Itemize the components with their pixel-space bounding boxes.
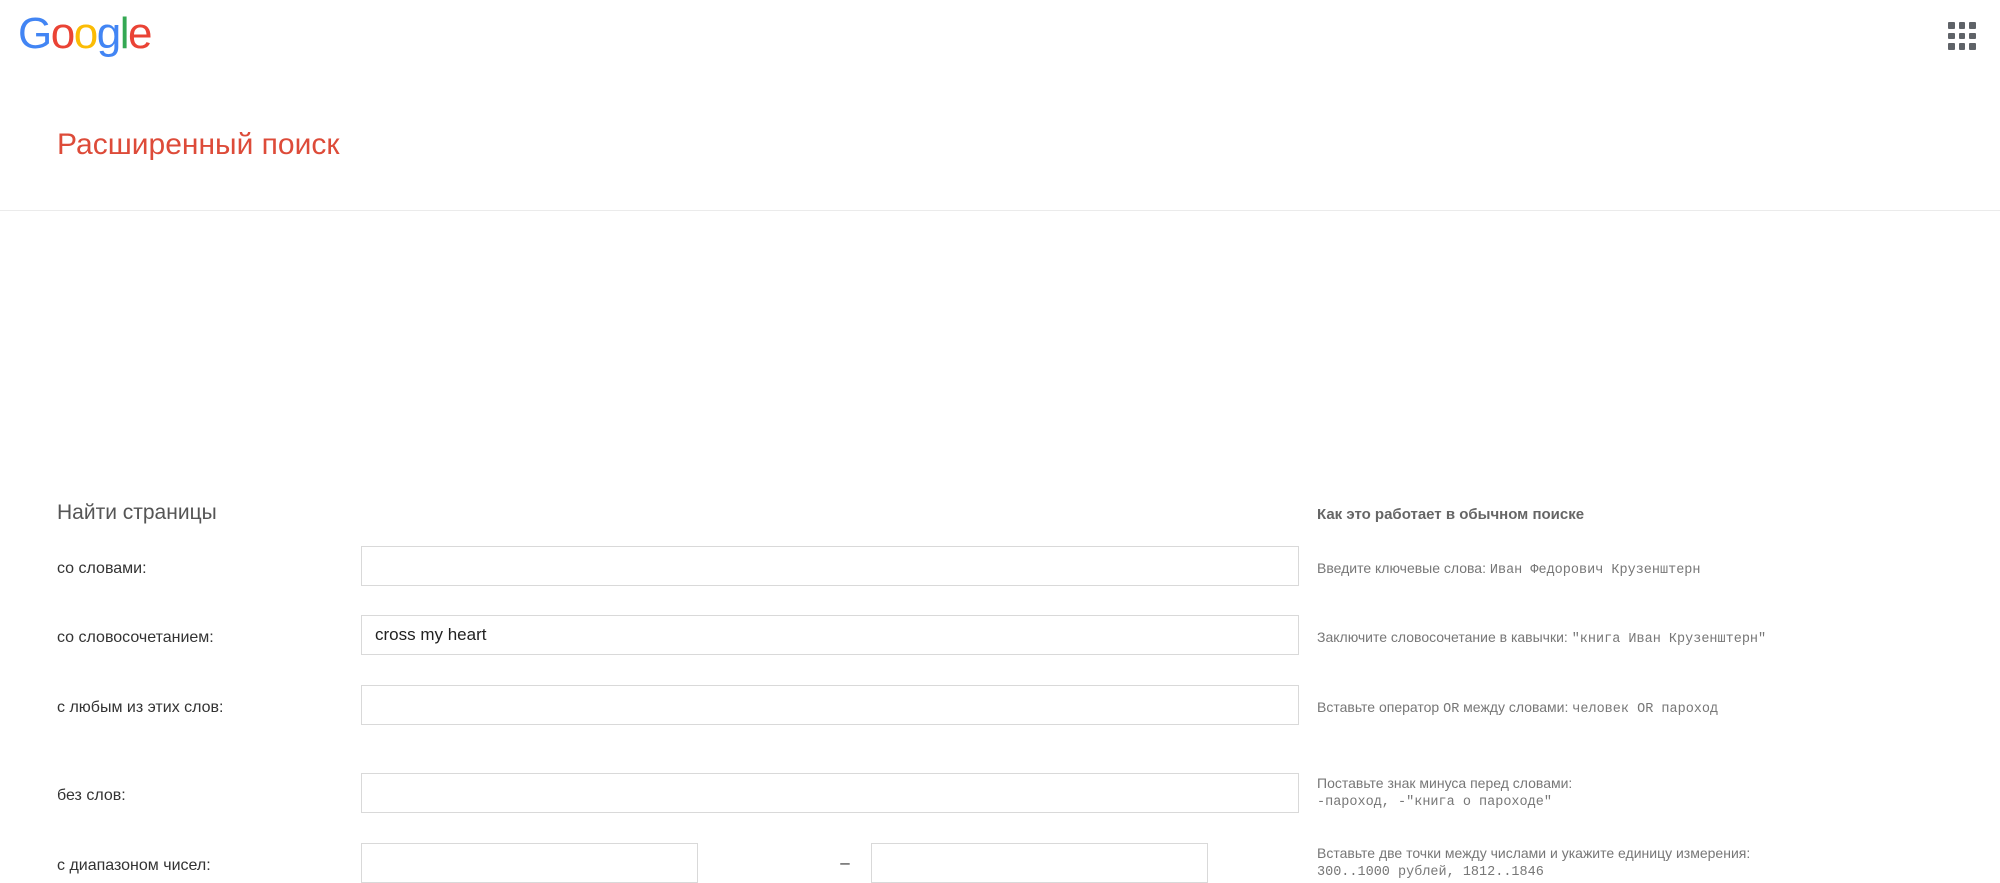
apps-dot [1958, 22, 1966, 29]
logo-letter-o2: o [73, 9, 98, 58]
help-number-range: Вставьте две точки между числами и укажи… [1317, 844, 1750, 882]
help-any-words: Вставьте оператор OR между словами: чело… [1317, 698, 1718, 719]
help-text: Введите ключевые слова: [1317, 560, 1490, 576]
input-none-words[interactable] [361, 773, 1299, 813]
apps-dot [1958, 32, 1966, 40]
range-separator: – [840, 853, 850, 872]
logo-letter-g1: G [18, 9, 52, 58]
help-example: 300..1000 рублей, 1812..1846 [1317, 865, 1544, 880]
apps-dot [1969, 32, 1976, 40]
help-exact-phrase: Заключите словосочетание в кавычки: "кни… [1317, 628, 1766, 649]
input-any-words[interactable] [361, 685, 1299, 725]
input-number-range-to[interactable] [871, 843, 1208, 883]
help-example: -пароход, -"книга о пароходе" [1317, 795, 1552, 810]
help-text: Поставьте знак минуса перед словами: [1317, 775, 1573, 791]
help-column-heading: Как это работает в обычном поиске [1317, 506, 1585, 523]
help-operator: OR [1443, 702, 1460, 717]
apps-dot [1958, 43, 1966, 50]
input-exact-phrase[interactable] [361, 615, 1299, 655]
apps-grid-icon[interactable] [1944, 18, 1980, 54]
page-header: Google Расширенный поиск [0, 0, 2000, 211]
logo-letter-e: e [127, 9, 152, 58]
apps-dot [1969, 43, 1976, 50]
apps-dot [1969, 22, 1976, 29]
logo-letter-g2: g [96, 9, 121, 58]
apps-dot [1948, 43, 1955, 50]
apps-dot [1948, 22, 1955, 29]
help-text-2: между словами: [1459, 699, 1573, 715]
input-number-range-from[interactable] [361, 843, 698, 883]
apps-dot [1948, 32, 1955, 40]
help-text: Заключите словосочетание в кавычки: [1317, 629, 1572, 645]
help-example: Иван Федорович Крузенштерн [1489, 563, 1701, 578]
label-all-words: со словами: [57, 560, 147, 577]
input-all-words[interactable] [361, 546, 1299, 586]
label-any-words: с любым из этих слов: [57, 699, 224, 716]
label-none-words: без слов: [57, 787, 126, 804]
section-heading-find-pages: Найти страницы [57, 501, 217, 524]
help-text: Вставьте оператор [1317, 699, 1444, 715]
label-exact-phrase: со словосочетанием: [57, 629, 214, 646]
help-example: "книга Иван Крузенштерн" [1571, 632, 1767, 647]
help-text: Вставьте две точки между числами и укажи… [1317, 845, 1751, 861]
label-number-range: с диапазоном чисел: [57, 857, 211, 874]
header-divider [0, 210, 2000, 211]
help-all-words: Введите ключевые слова: Иван Федорович К… [1317, 559, 1701, 580]
help-none-words: Поставьте знак минуса перед словами: -па… [1317, 774, 1572, 812]
logo-letter-l: l [119, 9, 130, 58]
page-title: Расширенный поиск [57, 128, 340, 161]
logo-letter-o1: o [50, 9, 75, 58]
google-logo[interactable]: Google [18, 9, 152, 58]
help-example: человек OR пароход [1572, 702, 1719, 717]
